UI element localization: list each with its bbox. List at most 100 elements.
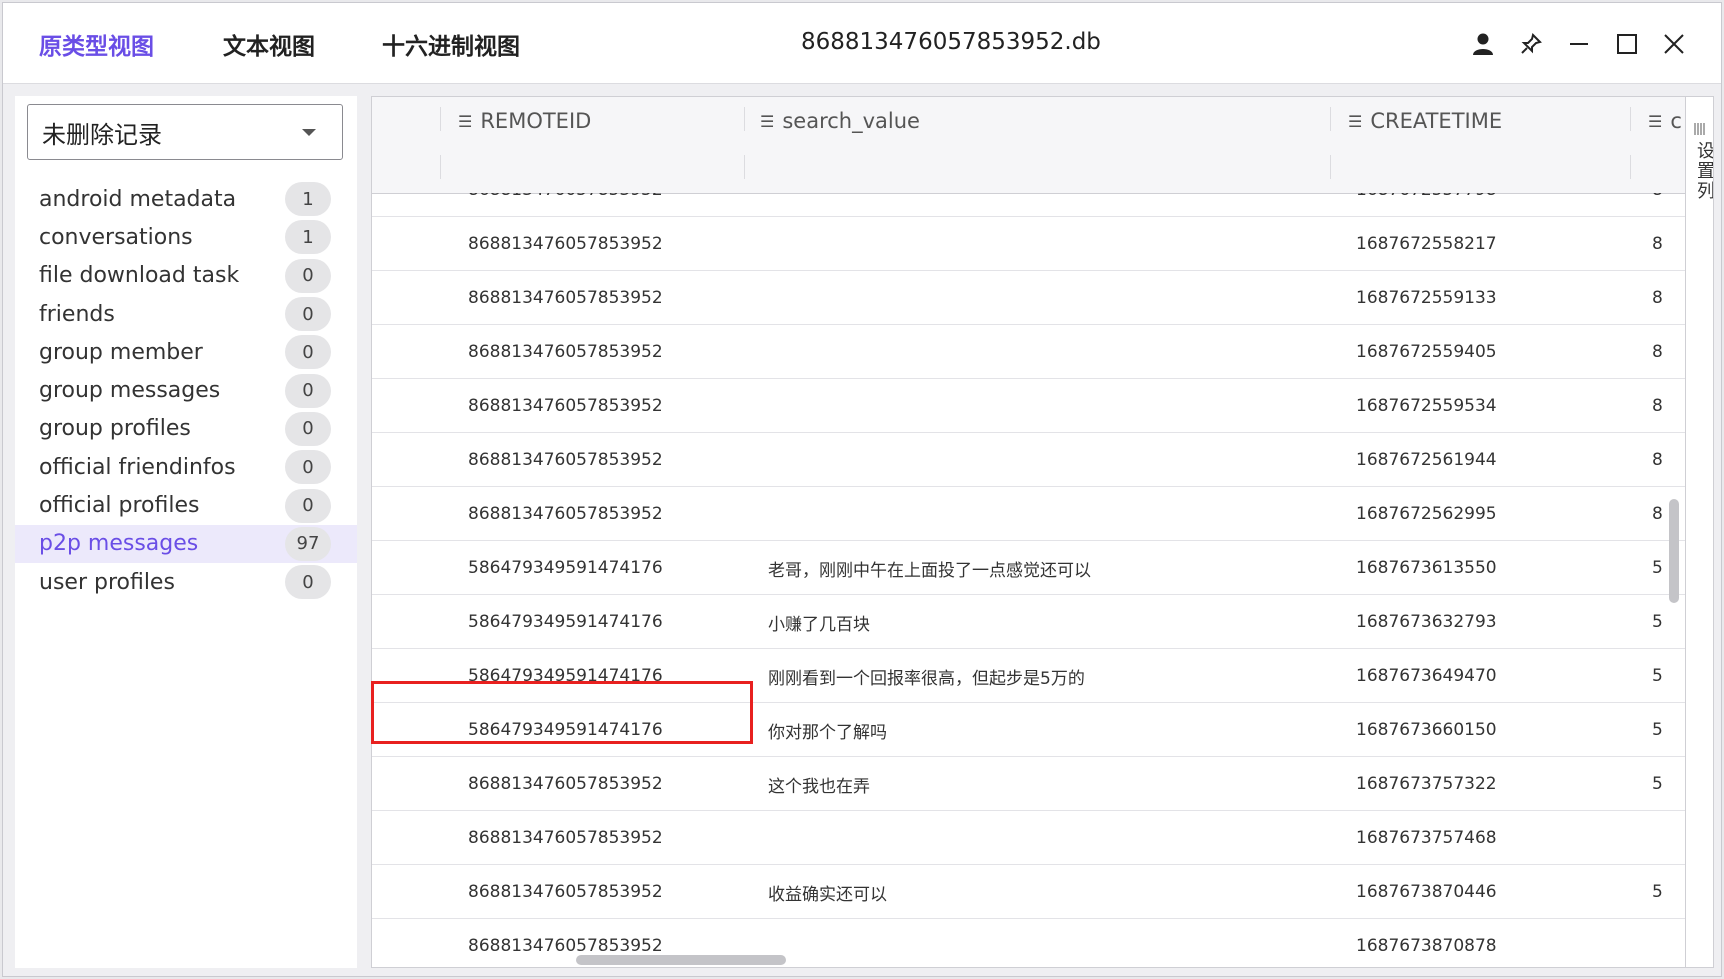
- columns-icon: [1694, 121, 1706, 135]
- table-list-item[interactable]: official friendinfos 0: [15, 448, 357, 486]
- table-list-item[interactable]: group profiles 0: [15, 410, 357, 448]
- table-name: group profiles: [39, 416, 191, 442]
- table-row[interactable]: 868813476057853952 1687672558217 8: [372, 217, 1685, 271]
- table-row[interactable]: 586479349591474176 刚刚看到一个回报率很高，但起步是5万的 168…: [372, 649, 1685, 703]
- cell-search-value: 收益确实还可以: [768, 884, 887, 905]
- table-list-item[interactable]: official profiles 0: [15, 486, 357, 524]
- cell-c: [1652, 919, 1685, 955]
- table-row[interactable]: 868813476057853952 1687673757468: [372, 811, 1685, 865]
- table-name: conversations: [39, 224, 193, 250]
- table-name: android metadata: [39, 186, 237, 212]
- table-name: user profiles: [39, 569, 175, 595]
- table-list-item[interactable]: p2p messages 97: [15, 524, 357, 563]
- cell-createtime: 1687672559534: [1356, 396, 1497, 416]
- maximize-icon[interactable]: [1610, 27, 1644, 61]
- app-window: 原类型视图 文本视图 十六进制视图 868813476057853952.db …: [2, 2, 1722, 977]
- column-header-label: c: [1670, 109, 1682, 133]
- horizontal-scrollbar[interactable]: [576, 955, 786, 965]
- row-count-badge: 0: [285, 488, 331, 523]
- cell-c: 8: [1652, 234, 1663, 254]
- column-header-search-value[interactable]: ☰ search_value: [760, 109, 920, 133]
- grid-rows: 8688134760578539521687672557798886881347…: [372, 193, 1685, 955]
- column-header-c[interactable]: ☰ c: [1648, 109, 1682, 133]
- table-row[interactable]: 868813476057853952 1687672559405 8: [372, 325, 1685, 379]
- table-list-item[interactable]: friends 0: [15, 295, 357, 333]
- cell-search-value: [768, 193, 1328, 217]
- table-row[interactable]: 868813476057853952 1687672559534 8: [372, 379, 1685, 433]
- table-list-item[interactable]: android metadata 1: [15, 180, 357, 218]
- cell-c: [1652, 811, 1685, 865]
- column-header-createtime[interactable]: ☰ CREATETIME: [1348, 109, 1502, 133]
- table-list: android metadata 1 conversations 1 file down…: [15, 180, 357, 601]
- table-row[interactable]: 868813476057853952 1687672557798 8: [372, 193, 1685, 217]
- cell-c: 5: [1652, 666, 1663, 686]
- cell-createtime: 1687672558217: [1356, 234, 1497, 254]
- table-row[interactable]: 868813476057853952 1687672561944 8: [372, 433, 1685, 487]
- tab-text-view[interactable]: 文本视图: [223, 27, 315, 61]
- user-icon[interactable]: [1466, 27, 1500, 61]
- cell-createtime: 1687673757322: [1356, 774, 1497, 794]
- cell-search-value: [768, 271, 1328, 325]
- cell-search-value: [768, 811, 1328, 865]
- cell-remoteid: 586479349591474176: [468, 612, 663, 632]
- cell-remoteid: 868813476057853952: [468, 828, 663, 848]
- table-list-item[interactable]: conversations 1: [15, 218, 357, 256]
- table-row[interactable]: 868813476057853952 1687672562995 8: [372, 487, 1685, 541]
- row-count-badge: 0: [285, 297, 331, 332]
- table-row[interactable]: 586479349591474176 老哥，刚刚中午在上面投了一点感觉还可以 168…: [372, 541, 1685, 595]
- record-filter-dropdown[interactable]: 未删除记录: [27, 104, 343, 160]
- pin-icon[interactable]: [1514, 27, 1548, 61]
- cell-remoteid: 868813476057853952: [468, 342, 663, 362]
- dropdown-value: 未删除记录: [42, 120, 162, 149]
- cell-search-value: 这个我也在弄: [768, 776, 870, 797]
- cell-remoteid: 868813476057853952: [468, 882, 663, 902]
- tab-hex-view[interactable]: 十六进制视图: [382, 27, 520, 61]
- cell-createtime: 1687672559405: [1356, 342, 1497, 362]
- cell-remoteid: 868813476057853952: [468, 396, 663, 416]
- cell-search-value: 你对那个了解吗: [768, 722, 887, 743]
- row-count-badge: 0: [285, 258, 331, 293]
- table-list-item[interactable]: group member 0: [15, 333, 357, 371]
- cell-c: 8: [1652, 288, 1663, 308]
- vertical-scrollbar[interactable]: [1669, 499, 1679, 603]
- database-title: 868813476057853952.db: [801, 29, 1101, 55]
- table-row[interactable]: 586479349591474176 小赚了几百块 1687673632793 5: [372, 595, 1685, 649]
- table-list-item[interactable]: file download task 0: [15, 257, 357, 295]
- table-name: file download task: [39, 263, 240, 289]
- column-settings-panel[interactable]: 设置列: [1685, 97, 1713, 967]
- table-sidebar: 未删除记录 android metadata 1 conversations 1 fil…: [15, 96, 357, 968]
- cell-remoteid: 868813476057853952: [468, 936, 663, 955]
- cell-remoteid: 586479349591474176: [468, 666, 663, 686]
- cell-c: 5: [1652, 612, 1663, 632]
- cell-c: 5: [1652, 774, 1663, 794]
- table-list-item[interactable]: user profiles 0: [15, 563, 357, 601]
- table-row[interactable]: 868813476057853952 1687673870878: [372, 919, 1685, 955]
- list-icon: ☰: [1348, 111, 1363, 131]
- minimize-icon[interactable]: [1562, 27, 1596, 61]
- cell-createtime: 1687672557798: [1356, 193, 1596, 217]
- list-icon: ☰: [760, 111, 775, 131]
- table-row[interactable]: 868813476057853952 这个我也在弄 1687673757322 5: [372, 757, 1685, 811]
- cell-createtime: 1687673870878: [1356, 936, 1497, 955]
- table-row[interactable]: 868813476057853952 1687672559133 8: [372, 271, 1685, 325]
- title-bar: 原类型视图 文本视图 十六进制视图 868813476057853952.db: [3, 3, 1721, 84]
- table-row[interactable]: 586479349591474176 你对那个了解吗 1687673660150 5: [372, 703, 1685, 757]
- cell-remoteid: 868813476057853952: [468, 234, 663, 254]
- cell-search-value: [768, 487, 1328, 541]
- table-name: official profiles: [39, 493, 200, 519]
- close-icon[interactable]: [1657, 27, 1691, 61]
- table-row[interactable]: 868813476057853952 收益确实还可以 1687673870446 5: [372, 865, 1685, 919]
- cell-remoteid: 586479349591474176: [468, 558, 663, 578]
- content-area: 未删除记录 android metadata 1 conversations 1 fil…: [3, 84, 1721, 976]
- cell-c: 5: [1652, 882, 1663, 902]
- cell-remoteid: 868813476057853952: [468, 504, 663, 524]
- tab-original-type-view[interactable]: 原类型视图: [39, 27, 154, 61]
- cell-remoteid: 868813476057853952: [468, 450, 663, 470]
- column-header-label: REMOTEID: [480, 109, 592, 133]
- list-icon: ☰: [458, 111, 473, 131]
- column-header-remoteid[interactable]: ☰ REMOTEID: [458, 109, 591, 133]
- cell-search-value: [768, 433, 1328, 487]
- row-count-badge: 0: [285, 335, 331, 370]
- table-list-item[interactable]: group messages 0: [15, 371, 357, 409]
- table-name: friends: [39, 301, 115, 327]
